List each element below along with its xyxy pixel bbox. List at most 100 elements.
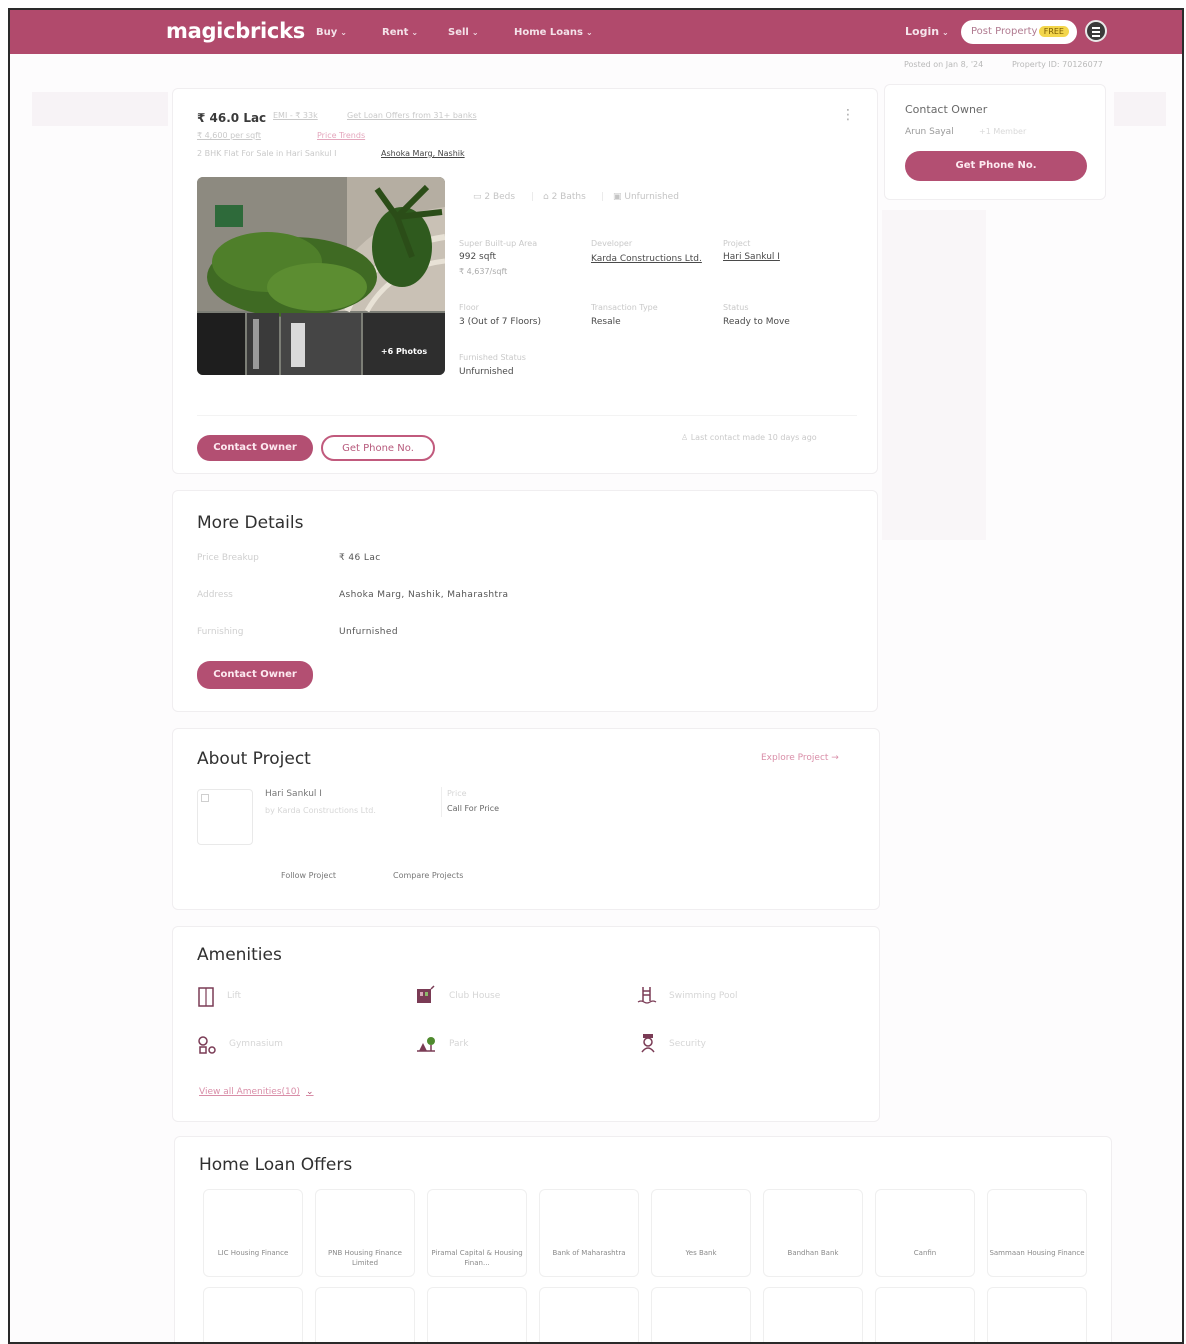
bank-card[interactable]: LIC Housing Finance xyxy=(203,1189,303,1277)
listing-title: 2 BHK Flat For Sale in Hari Sankul I xyxy=(197,149,337,158)
location-link[interactable]: Ashoka Marg, Nashik xyxy=(381,149,465,158)
bank-card[interactable] xyxy=(427,1287,527,1342)
section-title: Home Loan Offers xyxy=(199,1155,353,1175)
top-navigation-bar: magicbricks Buy ⌄ Rent ⌄ Sell ⌄ Home Loans ⌄… xyxy=(10,10,1182,54)
listing-card: ₹ 46.0 Lac EMI - ₹ 33k Get Loan Offers f… xyxy=(172,88,878,474)
spec-label-area: Super Built-up Area xyxy=(459,239,538,248)
view-all-amenities-link[interactable]: View all Amenities(10) ⌄ xyxy=(199,1087,314,1097)
property-photo xyxy=(197,177,445,375)
emi-link[interactable]: EMI - ₹ 33k xyxy=(273,111,318,120)
explore-project-link[interactable]: Explore Project → xyxy=(761,753,839,763)
bank-card[interactable] xyxy=(539,1287,639,1342)
nav-rent[interactable]: Rent ⌄ xyxy=(382,27,418,38)
spec-value-area: 992 sqft xyxy=(459,252,496,262)
background-decoration xyxy=(1114,92,1166,126)
magicbricks-logo[interactable]: magicbricks xyxy=(166,19,305,43)
bed-icon: ▭ xyxy=(473,192,485,202)
login-button[interactable]: Login ⌄ xyxy=(905,25,949,38)
bank-card[interactable]: Yes Bank xyxy=(651,1189,751,1277)
club-house-icon xyxy=(415,985,435,1005)
nav-home-loans[interactable]: Home Loans ⌄ xyxy=(514,27,593,38)
chevron-down-icon: ⌄ xyxy=(306,1087,314,1097)
furnishing-feature: ▣ Unfurnished xyxy=(613,192,679,202)
about-project-card: About Project Explore Project → Hari San… xyxy=(172,728,880,910)
bank-card[interactable] xyxy=(203,1287,303,1342)
detail-value: Unfurnished xyxy=(339,627,398,637)
project-price-label: Price xyxy=(447,789,467,798)
detail-label: Address xyxy=(197,590,233,600)
amenity-label: Gymnasium xyxy=(229,1039,283,1049)
price-per-sqft: ₹ 4,600 per sqft xyxy=(197,131,261,140)
project-developer: by Karda Constructions Ltd. xyxy=(265,806,376,815)
bank-card[interactable]: Bank of Maharashtra xyxy=(539,1189,639,1277)
contact-owner-button[interactable]: Contact Owner xyxy=(197,435,313,461)
price-trends-link[interactable]: Price Trends xyxy=(317,131,365,140)
amenity-label: Club House xyxy=(449,991,501,1001)
spec-label-status: Status xyxy=(723,303,749,312)
section-title: About Project xyxy=(197,749,311,769)
baths-feature: ⌂ 2 Baths xyxy=(543,192,586,202)
contact-owner-button[interactable]: Contact Owner xyxy=(197,661,313,689)
bank-card[interactable]: Bandhan Bank xyxy=(763,1189,863,1277)
chevron-down-icon: ⌄ xyxy=(340,28,347,37)
bank-card[interactable]: Piramal Capital & Housing Finan... xyxy=(427,1189,527,1277)
chevron-down-icon: ⌄ xyxy=(471,28,479,37)
spec-value-furnished: Unfurnished xyxy=(459,367,514,377)
bank-card[interactable]: PNB Housing Finance Limited xyxy=(315,1189,415,1277)
more-details-card: More Details Price Breakup ₹ 46 Lac Addr… xyxy=(172,490,878,712)
amenity-label: Security xyxy=(669,1039,706,1049)
detail-label: Price Breakup xyxy=(197,553,259,563)
follow-project-button[interactable]: Follow Project xyxy=(281,871,336,880)
beds-feature: ▭ 2 Beds xyxy=(473,192,516,202)
amenity-label: Park xyxy=(449,1039,469,1049)
last-contact-info: ♙ Last contact made 10 days ago xyxy=(681,433,817,442)
contact-owner-card: Contact Owner Arun Sayal +1 Member Get P… xyxy=(884,84,1106,200)
feature-divider: | xyxy=(601,192,605,202)
more-options-icon[interactable]: ⋮ xyxy=(841,107,855,123)
bank-card[interactable] xyxy=(987,1287,1087,1342)
bank-card[interactable]: Canfin xyxy=(875,1189,975,1277)
photo-count-label: +6 Photos xyxy=(380,347,428,356)
spec-value-developer[interactable]: Karda Constructions Ltd. xyxy=(591,252,707,267)
project-name: Hari Sankul I xyxy=(265,789,322,799)
hamburger-menu-icon[interactable] xyxy=(1085,20,1107,42)
detail-label: Furnishing xyxy=(197,627,244,637)
compare-projects-button[interactable]: Compare Projects xyxy=(393,871,463,880)
spec-label-transaction: Transaction Type xyxy=(591,303,658,312)
property-photo-gallery[interactable]: +6 Photos xyxy=(197,177,445,375)
get-phone-button[interactable]: Get Phone No. xyxy=(905,151,1087,181)
page-frame: magicbricks Buy ⌄ Rent ⌄ Sell ⌄ Home Loans ⌄… xyxy=(8,8,1184,1344)
property-id: Property ID: 70126077 xyxy=(1012,60,1103,69)
spec-value-transaction: Resale xyxy=(591,317,621,327)
gymnasium-icon xyxy=(197,1035,216,1055)
amenity-label: Lift xyxy=(227,991,242,1001)
feature-divider: | xyxy=(531,192,535,202)
lift-icon xyxy=(197,987,215,1007)
spec-value-floor: 3 (Out of 7 Floors) xyxy=(459,317,541,327)
image-icon xyxy=(201,794,209,802)
security-icon xyxy=(639,1033,657,1053)
spec-label-project: Project xyxy=(723,239,751,248)
loan-offer-link[interactable]: Get Loan Offers from 31+ banks xyxy=(347,111,477,120)
section-title: More Details xyxy=(197,513,304,533)
bank-card[interactable]: Sammaan Housing Finance xyxy=(987,1189,1087,1277)
amenity-label: Swimming Pool xyxy=(669,991,738,1001)
bank-card[interactable] xyxy=(875,1287,975,1342)
home-loan-offers-card: Home Loan Offers LIC Housing Finance PNB… xyxy=(174,1136,1112,1342)
get-phone-button[interactable]: Get Phone No. xyxy=(321,435,435,461)
chevron-down-icon: ⌄ xyxy=(942,28,949,37)
project-price-value: Call For Price xyxy=(447,804,500,813)
bank-card[interactable] xyxy=(315,1287,415,1342)
spec-label-floor: Floor xyxy=(459,303,479,312)
bank-card[interactable] xyxy=(651,1287,751,1342)
background-decoration xyxy=(882,210,986,540)
nav-buy[interactable]: Buy ⌄ xyxy=(316,27,347,38)
background-decoration xyxy=(32,92,168,126)
user-icon: ♙ xyxy=(681,433,691,442)
post-property-button[interactable]: Post Property FREE xyxy=(961,20,1077,44)
spec-label-developer: Developer xyxy=(591,239,633,248)
bank-card[interactable] xyxy=(763,1287,863,1342)
spec-value-project[interactable]: Hari Sankul I xyxy=(723,252,780,262)
nav-sell[interactable]: Sell ⌄ xyxy=(448,27,479,38)
chevron-down-icon: ⌄ xyxy=(411,28,419,37)
